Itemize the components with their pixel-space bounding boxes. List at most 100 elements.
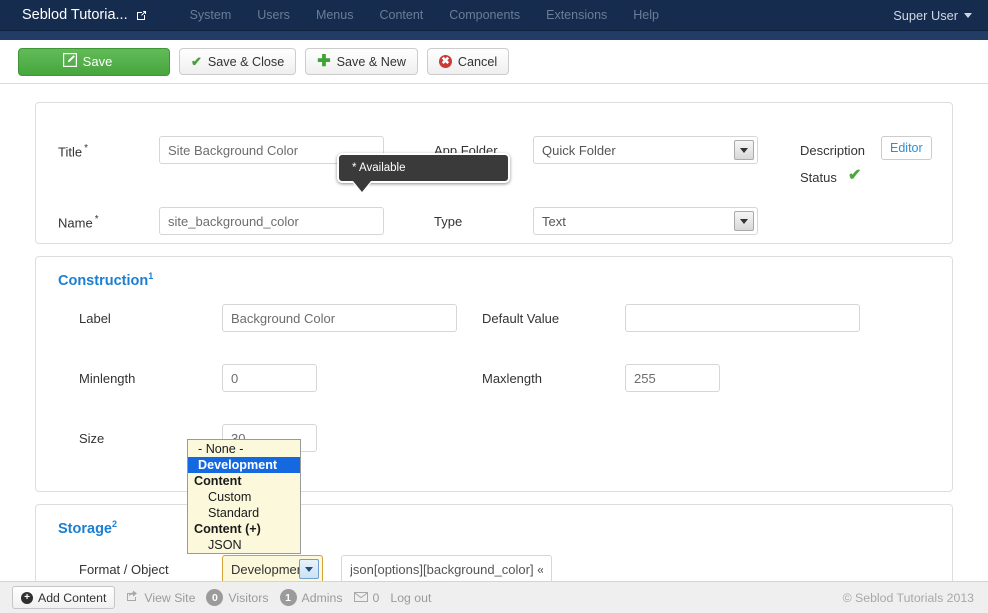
envelope-icon bbox=[353, 591, 368, 605]
plus-circle-icon: + bbox=[21, 591, 33, 604]
visitors-count-badge: 0 bbox=[206, 589, 224, 606]
menu-item-content[interactable]: Content bbox=[366, 0, 436, 31]
type-field-label: Type bbox=[434, 214, 463, 229]
default-value-input[interactable] bbox=[625, 304, 860, 332]
brand-label: Seblod Tutoria... bbox=[22, 7, 128, 23]
dropdown-group-content-plus: Content (+) bbox=[194, 522, 261, 536]
admins-indicator[interactable]: 1 Admins bbox=[279, 589, 343, 606]
format-select[interactable]: Development bbox=[222, 555, 323, 581]
messages-indicator[interactable]: 0 bbox=[353, 590, 380, 605]
save-new-button[interactable]: ✚ Save & New bbox=[305, 48, 418, 75]
visitors-indicator[interactable]: 0 Visitors bbox=[206, 589, 269, 606]
messages-count: 0 bbox=[372, 590, 380, 605]
user-name-label: Super User bbox=[893, 8, 958, 23]
sub-bar-strip bbox=[0, 31, 988, 40]
user-menu[interactable]: Super User bbox=[893, 0, 972, 31]
construction-panel: Construction1 Label Minlength Size Defau… bbox=[35, 256, 953, 492]
name-label-text: Name bbox=[58, 215, 93, 231]
status-field-label: Status bbox=[800, 170, 837, 185]
chevron-down-icon bbox=[734, 140, 754, 160]
title-field-label: Title * bbox=[58, 143, 88, 159]
main-content: Title* Name* App Folder Quick Folder Typ… bbox=[0, 84, 988, 581]
save-button-label: Save bbox=[82, 54, 113, 69]
brand-link[interactable]: Seblod Tutoria... bbox=[0, 7, 147, 23]
save-close-button[interactable]: ✔ Save & Close bbox=[179, 48, 297, 75]
construction-title-text: Construction bbox=[58, 272, 149, 289]
save-new-button-label: Save & New bbox=[336, 54, 406, 69]
storage-title-superscript: 2 bbox=[112, 519, 118, 529]
minlength-input[interactable] bbox=[222, 364, 317, 392]
title-required-marker: * bbox=[84, 143, 88, 154]
logout-label: Log out bbox=[390, 590, 432, 605]
app-folder-select-value: Quick Folder bbox=[542, 142, 616, 158]
editor-toolbar: Save ✔ Save & Close ✚ Save & New ✖ Cance… bbox=[0, 40, 988, 84]
dropdown-option-development[interactable]: Development bbox=[188, 457, 300, 473]
logout-link[interactable]: Log out bbox=[390, 591, 431, 605]
save-button[interactable]: Save bbox=[18, 47, 170, 76]
chevron-down-icon bbox=[734, 211, 754, 231]
visitors-label: Visitors bbox=[228, 590, 269, 605]
save-close-button-label: Save & Close bbox=[207, 54, 285, 69]
check-icon: ✔ bbox=[191, 53, 202, 69]
title-label-text: Title bbox=[58, 144, 83, 160]
dropdown-option-standard[interactable]: Standard bbox=[188, 505, 300, 521]
storage-title-text: Storage bbox=[58, 520, 112, 537]
admins-count-badge: 1 bbox=[279, 589, 297, 606]
cancel-button[interactable]: ✖ Cancel bbox=[426, 48, 510, 75]
add-content-button-label: Add Content bbox=[38, 590, 107, 605]
storage-panel: Storage2 Format / Object Development bbox=[35, 504, 953, 581]
chevron-down-icon bbox=[299, 559, 319, 579]
add-content-button[interactable]: + Add Content bbox=[12, 586, 116, 609]
storage-section-title: Storage2 bbox=[58, 519, 117, 537]
dropdown-option-json[interactable]: JSON bbox=[188, 537, 300, 553]
format-dropdown-list[interactable]: - None - Development Content Custom Stan… bbox=[187, 439, 301, 554]
menu-item-users[interactable]: Users bbox=[244, 0, 303, 31]
cancel-button-label: Cancel bbox=[457, 54, 498, 69]
view-site-label: View Site bbox=[144, 590, 196, 605]
format-select-value: Development bbox=[231, 561, 308, 577]
construction-title-superscript: 1 bbox=[148, 271, 154, 281]
type-select[interactable]: Text bbox=[533, 207, 758, 235]
dropdown-option-custom[interactable]: Custom bbox=[188, 489, 300, 505]
default-value-field-label: Default Value bbox=[482, 311, 560, 326]
description-editor-button[interactable]: Editor bbox=[881, 136, 932, 160]
type-select-value: Text bbox=[542, 213, 566, 229]
chevron-down-icon bbox=[964, 13, 972, 18]
maxlength-field-label: Maxlength bbox=[482, 371, 542, 386]
availability-tooltip-text: * Available bbox=[352, 162, 406, 174]
app-folder-select[interactable]: Quick Folder bbox=[533, 136, 758, 164]
copyright-label: © Seblod Tutorials 2013 bbox=[842, 590, 974, 605]
admin-page: Seblod Tutoria... System Users Menus Con… bbox=[0, 0, 988, 613]
tooltip-arrow bbox=[353, 181, 371, 192]
label-input[interactable] bbox=[222, 304, 457, 332]
menu-item-extensions[interactable]: Extensions bbox=[533, 0, 620, 31]
name-field-label: Name * bbox=[58, 214, 99, 230]
name-input[interactable] bbox=[159, 207, 384, 235]
status-check-icon: ✔ bbox=[848, 167, 862, 184]
name-required-marker: * bbox=[94, 214, 99, 225]
menu-item-system[interactable]: System bbox=[177, 0, 245, 31]
external-link-icon[interactable] bbox=[136, 10, 147, 21]
maxlength-input[interactable] bbox=[625, 364, 720, 392]
view-site-link[interactable]: View Site bbox=[126, 590, 195, 605]
menu-item-components[interactable]: Components bbox=[436, 0, 533, 31]
dropdown-group-content: Content bbox=[194, 474, 242, 488]
menu-item-help[interactable]: Help bbox=[620, 0, 672, 31]
format-object-field-label: Format / Object bbox=[79, 562, 169, 577]
admins-label: Admins bbox=[301, 590, 343, 605]
size-field-label: Size bbox=[79, 431, 105, 446]
description-field-label: Description bbox=[800, 143, 866, 158]
top-admin-bar: Seblod Tutoria... System Users Menus Con… bbox=[0, 0, 988, 31]
main-menu: System Users Menus Content Components Ex… bbox=[177, 0, 672, 31]
availability-tooltip: * Available bbox=[337, 153, 510, 192]
construction-section-title: Construction1 bbox=[58, 271, 153, 289]
status-bar: + Add Content View Site 0 Visitors 1 Adm… bbox=[0, 581, 988, 613]
share-icon bbox=[126, 590, 139, 605]
pencil-square-icon bbox=[62, 52, 77, 70]
object-input[interactable] bbox=[341, 555, 552, 581]
dropdown-option-none[interactable]: - None - bbox=[188, 441, 300, 457]
menu-item-menus[interactable]: Menus bbox=[303, 0, 367, 31]
cancel-circle-icon: ✖ bbox=[438, 55, 452, 68]
label-field-label: Label bbox=[79, 311, 111, 326]
minlength-field-label: Minlength bbox=[79, 371, 136, 386]
